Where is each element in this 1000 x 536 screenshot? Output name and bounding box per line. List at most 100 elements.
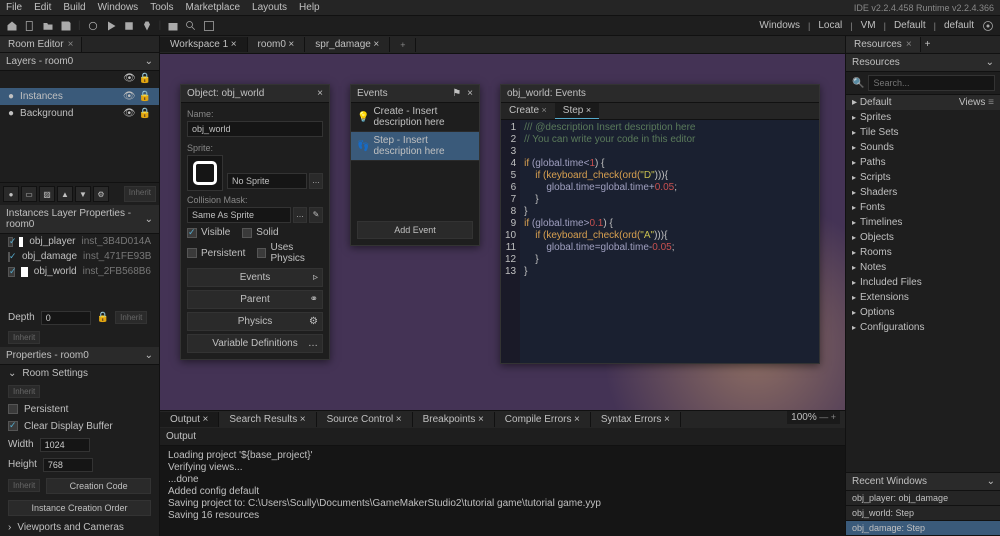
target-icon[interactable]: [982, 20, 994, 32]
zoom-level[interactable]: 100% — +: [787, 411, 840, 424]
syntax-errors-tab[interactable]: Syntax Errors ×: [591, 412, 681, 427]
tree-sprites[interactable]: ▸Sprites: [846, 110, 1000, 125]
object-name-input[interactable]: obj_world: [187, 121, 323, 137]
parent-btn[interactable]: Parent⚭: [187, 290, 323, 309]
lock-icon[interactable]: 🔒: [139, 91, 151, 102]
target-local[interactable]: Local: [816, 20, 844, 31]
code-text[interactable]: /// @description Insert description here…: [520, 120, 699, 363]
tree-extensions[interactable]: ▸Extensions: [846, 290, 1000, 305]
inherit-btn[interactable]: Inherit: [115, 311, 147, 324]
resources-tab[interactable]: Resources×: [846, 37, 921, 52]
code-tab-create[interactable]: Create ×: [501, 103, 555, 119]
close-icon[interactable]: ×: [68, 39, 74, 50]
play-icon[interactable]: [105, 20, 117, 32]
recent-item[interactable]: obj_player: obj_damage: [846, 491, 1000, 506]
persistent-checkbox[interactable]: [187, 248, 197, 258]
clean-icon[interactable]: [141, 20, 153, 32]
open-icon[interactable]: [42, 20, 54, 32]
new-icon[interactable]: [24, 20, 36, 32]
tree-notes[interactable]: ▸Notes: [846, 260, 1000, 275]
persistent-checkbox[interactable]: [8, 404, 18, 414]
checkbox[interactable]: [8, 267, 15, 277]
close-icon[interactable]: ×: [373, 39, 379, 50]
room-editor-tab[interactable]: Room Editor×: [0, 37, 82, 52]
instance-row[interactable]: obj_damageinst_471FE93B: [0, 249, 159, 264]
collision-select[interactable]: Same As Sprite: [187, 207, 291, 223]
height-input[interactable]: [43, 458, 93, 472]
layer-down-btn[interactable]: ▼: [75, 186, 91, 202]
save-icon[interactable]: [60, 20, 72, 32]
layer-delete-btn[interactable]: ▨: [39, 186, 55, 202]
close-icon[interactable]: ×: [317, 88, 323, 99]
tree-tilesets[interactable]: ▸Tile Sets: [846, 125, 1000, 140]
lock-icon[interactable]: 🔒: [139, 73, 151, 84]
code-editor[interactable]: 12345678910111213 /// @description Inser…: [501, 120, 819, 363]
layers-header[interactable]: Layers - room0⌄: [0, 53, 159, 71]
inherit-btn[interactable]: Inherit: [124, 186, 156, 202]
search-results-tab[interactable]: Search Results ×: [219, 412, 316, 427]
instance-row[interactable]: obj_worldinst_2FB568B6: [0, 264, 159, 279]
add-tab-btn[interactable]: +: [921, 39, 935, 50]
inherit-btn[interactable]: Inherit: [8, 385, 40, 398]
menu-windows[interactable]: Windows: [98, 2, 139, 13]
close-icon[interactable]: ×: [288, 39, 294, 50]
vardef-btn[interactable]: Variable Definitions…: [187, 334, 323, 353]
menu-help[interactable]: Help: [299, 2, 320, 13]
layer-instances[interactable]: ●Instances👁🔒: [0, 88, 159, 105]
source-control-tab[interactable]: Source Control ×: [317, 412, 413, 427]
tree-shaders[interactable]: ▸Shaders: [846, 185, 1000, 200]
menu-marketplace[interactable]: Marketplace: [186, 2, 240, 13]
output-log[interactable]: Loading project '${base_project}' Verify…: [160, 446, 845, 536]
physics-btn[interactable]: Physics⚙: [187, 312, 323, 331]
zoom-in-icon[interactable]: [185, 20, 197, 32]
menu-tools[interactable]: Tools: [150, 2, 173, 13]
target-windows[interactable]: Windows: [757, 20, 802, 31]
recent-item[interactable]: obj_damage: Step: [846, 521, 1000, 536]
layer-opts-btn[interactable]: ⚙: [93, 186, 109, 202]
default-view-row[interactable]: ▸ DefaultViews ≡: [846, 95, 1000, 110]
inst-creation-order-btn[interactable]: Instance Creation Order: [8, 500, 151, 516]
menu-edit[interactable]: Edit: [34, 2, 51, 13]
viewports-toggle[interactable]: ›Viewports and Cameras: [0, 519, 159, 536]
clear-display-checkbox[interactable]: [8, 421, 18, 431]
tree-included[interactable]: ▸Included Files: [846, 275, 1000, 290]
instance-props-header[interactable]: Instances Layer Properties - room0⌄: [0, 205, 159, 234]
breakpoints-tab[interactable]: Breakpoints ×: [413, 412, 495, 427]
menu-layouts[interactable]: Layouts: [252, 2, 287, 13]
tree-rooms[interactable]: ▸Rooms: [846, 245, 1000, 260]
stop-icon[interactable]: [123, 20, 135, 32]
recent-item[interactable]: obj_world: Step: [846, 506, 1000, 521]
workspace-canvas[interactable]: Object: obj_world× Name: obj_world Sprit…: [160, 54, 845, 410]
close-icon[interactable]: ×: [467, 88, 473, 99]
lock-icon[interactable]: 🔒: [97, 312, 109, 323]
dropdown-icon[interactable]: …: [309, 173, 323, 189]
code-tab-step[interactable]: Step ×: [555, 103, 599, 119]
menu-build[interactable]: Build: [63, 2, 85, 13]
instance-row[interactable]: obj_playerinst_3B4D014A: [0, 234, 159, 249]
tree-fonts[interactable]: ▸Fonts: [846, 200, 1000, 215]
inherit-btn[interactable]: Inherit: [8, 331, 40, 344]
tab-workspace1[interactable]: Workspace 1 ×: [160, 37, 248, 52]
room-settings-toggle[interactable]: ⌄Room Settings: [0, 365, 159, 382]
tree-configs[interactable]: ▸Configurations: [846, 320, 1000, 335]
eye-icon[interactable]: 👁: [123, 108, 136, 119]
events-btn[interactable]: Events▹: [187, 268, 323, 287]
flag-icon[interactable]: ⚑: [452, 88, 461, 99]
target-config[interactable]: default: [942, 20, 976, 31]
add-event-btn[interactable]: Add Event: [357, 221, 473, 239]
layer-background[interactable]: ●Background👁🔒: [0, 105, 159, 122]
sprite-select[interactable]: No Sprite: [227, 173, 307, 189]
sprite-preview[interactable]: [187, 155, 223, 191]
add-layer-btn[interactable]: ●: [3, 186, 19, 202]
solid-checkbox[interactable]: [242, 228, 252, 238]
depth-input[interactable]: [41, 311, 91, 325]
event-step[interactable]: 👣Step - Insert description here: [351, 132, 479, 161]
properties-header[interactable]: Properties - room0⌄: [0, 347, 159, 365]
tree-timelines[interactable]: ▸Timelines: [846, 215, 1000, 230]
physics-checkbox[interactable]: [257, 248, 266, 258]
tree-paths[interactable]: ▸Paths: [846, 155, 1000, 170]
visible-checkbox[interactable]: [187, 228, 197, 238]
layer-folder-btn[interactable]: ▭: [21, 186, 37, 202]
resource-search-input[interactable]: [868, 75, 995, 91]
dropdown-icon[interactable]: …: [293, 207, 307, 223]
